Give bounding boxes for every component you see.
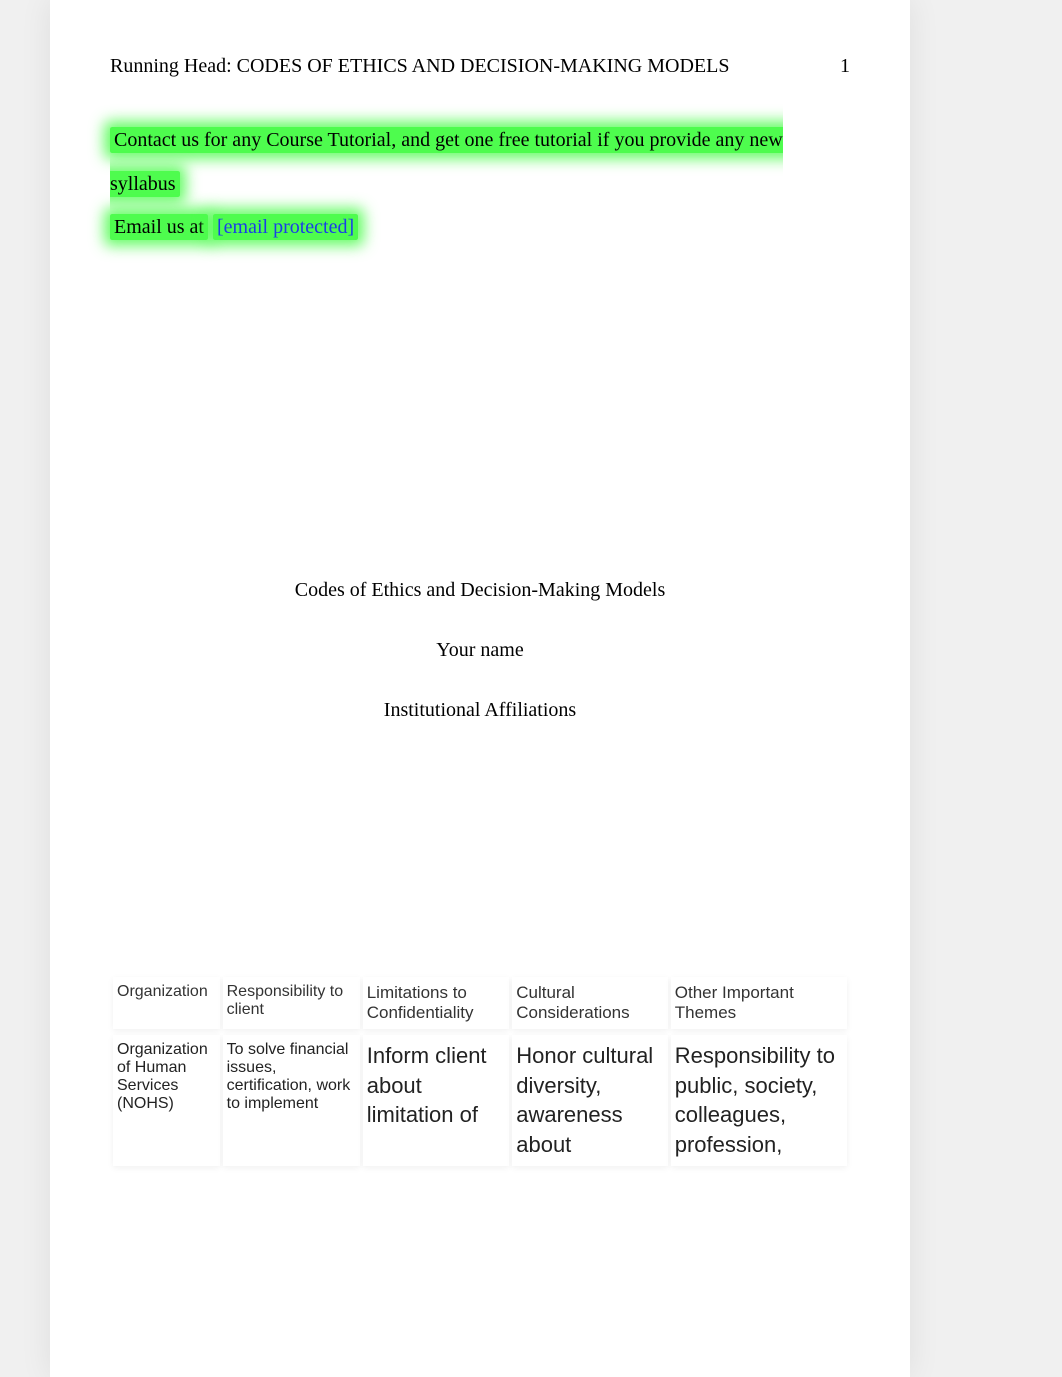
promo-email-line: Email us at [email protected] xyxy=(110,216,850,239)
bottom-fade-overlay xyxy=(50,1297,910,1377)
document-title: Codes of Ethics and Decision-Making Mode… xyxy=(110,569,850,611)
th-responsibility: Responsibility to client xyxy=(223,977,360,1029)
header-row: Running Head: CODES OF ETHICS AND DECISI… xyxy=(110,55,850,78)
cell-responsibility: To solve financial issues, certification… xyxy=(223,1035,360,1166)
th-organization: Organization xyxy=(113,977,220,1029)
promo-block: Contact us for any Course Tutorial, and … xyxy=(110,118,850,206)
cell-limitations: Inform client about limitation of xyxy=(363,1035,510,1166)
email-prefix: Email us at xyxy=(110,214,208,240)
table-row: Organization of Human Services (NOHS) To… xyxy=(113,1035,847,1166)
email-link[interactable]: [email protected] xyxy=(213,214,358,240)
title-block: Codes of Ethics and Decision-Making Mode… xyxy=(110,569,850,731)
th-themes: Other Important Themes xyxy=(671,977,847,1029)
page-number: 1 xyxy=(840,55,850,78)
cell-organization: Organization of Human Services (NOHS) xyxy=(113,1035,220,1166)
table-header-row: Organization Responsibility to client Li… xyxy=(113,977,847,1029)
ethics-table: Organization Responsibility to client Li… xyxy=(110,971,850,1172)
institutional-affiliation: Institutional Affiliations xyxy=(110,689,850,731)
ethics-table-wrap: Organization Responsibility to client Li… xyxy=(110,971,850,1172)
author-placeholder: Your name xyxy=(110,629,850,671)
running-head: Running Head: CODES OF ETHICS AND DECISI… xyxy=(110,55,729,78)
cell-cultural: Honor cultural diversity, awareness abou… xyxy=(512,1035,668,1166)
document-page: Running Head: CODES OF ETHICS AND DECISI… xyxy=(50,0,910,1377)
promo-line-1: Contact us for any Course Tutorial, and … xyxy=(110,127,783,197)
th-limitations: Limitations to Confidentiality xyxy=(363,977,510,1029)
th-cultural: Cultural Considerations xyxy=(512,977,668,1029)
cell-themes: Responsibility to public, society, colle… xyxy=(671,1035,847,1166)
